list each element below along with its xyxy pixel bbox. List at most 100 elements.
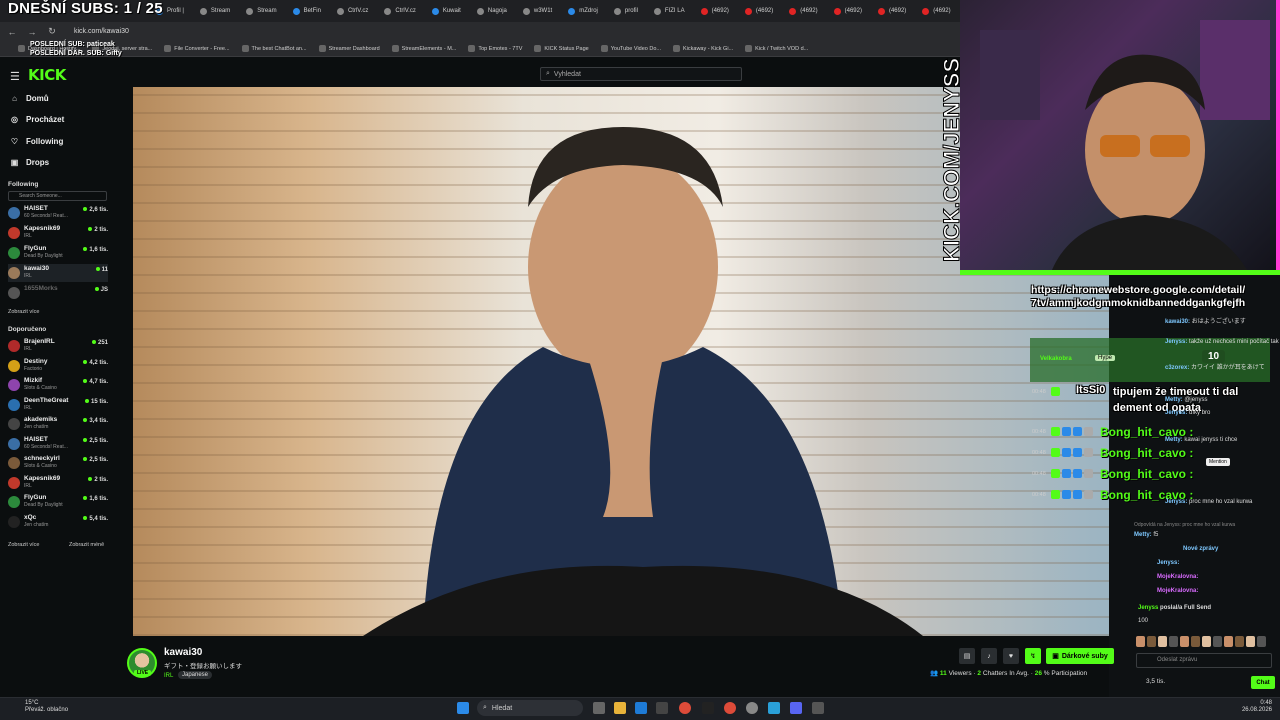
windows-start-icon[interactable] <box>457 702 469 714</box>
heart-follow-icon[interactable]: ♥ <box>1003 648 1019 664</box>
chat-overlay-link[interactable]: https://chromewebstore.google.com/detail… <box>1031 284 1246 310</box>
chatter-avatar[interactable] <box>1224 636 1233 647</box>
bookmark-item[interactable]: KICK Status Page <box>534 45 589 52</box>
browser-tab[interactable]: (4692) <box>872 2 912 20</box>
chatter-avatar[interactable] <box>1158 636 1167 647</box>
chatter-avatar[interactable] <box>1246 636 1255 647</box>
bookmark-item[interactable]: File Converter - Free... <box>164 45 230 52</box>
chrome-icon-2[interactable] <box>724 702 736 714</box>
subscribe-icon[interactable]: ↯ <box>1025 648 1041 664</box>
browser-tab[interactable]: profil <box>608 2 644 20</box>
bookmark-item[interactable]: Streamer Dashboard <box>318 45 380 52</box>
taskbar-search[interactable]: ⌕ Hledat <box>477 700 583 716</box>
bell-icon[interactable]: ♪ <box>981 648 997 664</box>
gift-subs-button[interactable]: ▣ Dárkové suby <box>1046 648 1114 664</box>
bookmark-item[interactable]: Kickaway - Kick Gi... <box>673 45 733 52</box>
sidebar-channel[interactable]: Destiny Factorio 4,2 tis. <box>8 357 108 375</box>
search-input[interactable]: ⌕ Vyhledat <box>540 67 742 81</box>
browser-tab[interactable]: CtrlV.cz <box>331 2 374 20</box>
sidebar-channel[interactable]: HAISET 60 Seconds! Reat... 2,5 tis. <box>8 435 108 453</box>
clock[interactable]: 0:48 26.08.2026 <box>1240 700 1272 714</box>
sidebar-channel[interactable]: xQc Jen chatím 5,4 tis. <box>8 513 108 531</box>
url-field[interactable]: kick.com/kawai30 <box>74 28 129 35</box>
browser-tab[interactable]: FIZI LA <box>648 2 691 20</box>
browser-tab[interactable]: Kuwait <box>426 2 467 20</box>
sidebar-channel[interactable]: Kapesnik69 IRL 2 tis. <box>8 474 108 492</box>
reload-icon[interactable]: ↻ <box>44 24 60 40</box>
sidebar-channel[interactable]: Kapesnik69 IRL 2 tis. <box>8 224 108 242</box>
app-icon[interactable] <box>812 702 824 714</box>
channel-points[interactable]: 3,5 tis. <box>1146 678 1165 685</box>
back-icon[interactable]: ← <box>4 24 20 40</box>
chatter-avatar[interactable] <box>1235 636 1244 647</box>
sidebar-channel[interactable]: DeenTheGreat IRL 15 tis. <box>8 396 108 414</box>
discord-icon[interactable] <box>790 702 802 714</box>
nav-following[interactable]: ♡ Following <box>10 137 63 146</box>
nav-browse[interactable]: ◎ Procházet <box>10 115 64 124</box>
stream-category[interactable]: IRL <box>164 673 173 679</box>
chatter-avatar[interactable] <box>1136 636 1145 647</box>
nav-home[interactable]: ⌂ Domů <box>10 94 49 103</box>
show-less-recommended[interactable]: Zobrazit méně <box>69 542 104 548</box>
chatter-avatar[interactable] <box>1213 636 1222 647</box>
chatter-avatar[interactable] <box>1202 636 1211 647</box>
following-search-input[interactable]: Search Someone... <box>8 191 107 201</box>
chat-message[interactable]: Metty: @jenyss <box>1165 397 1207 403</box>
browser-tab[interactable]: (4692) <box>828 2 868 20</box>
chatter-avatar[interactable] <box>1169 636 1178 647</box>
bookmark-item[interactable]: StreamElements - M... <box>391 45 456 52</box>
sidebar-channel[interactable]: 1655Morks JS <box>8 284 108 302</box>
browser-tab[interactable]: (4692) <box>783 2 823 20</box>
sidebar-channel[interactable]: BrajenIRL IRL 251 <box>8 337 108 355</box>
browser-tab[interactable]: (4692) <box>695 2 735 20</box>
sidebar-channel[interactable]: kawai30 IRL 11 <box>8 264 108 282</box>
chatter-avatar[interactable] <box>1180 636 1189 647</box>
weather-widget[interactable]: 15°C Převáž. oblačno <box>25 700 68 714</box>
chat-input[interactable]: Odeslat zprávu <box>1136 653 1272 668</box>
explorer-icon[interactable] <box>614 702 626 714</box>
browser-tab[interactable]: mZdroj <box>562 2 604 20</box>
sidebar-channel[interactable]: Mizkif Slots & Casino 4,7 tis. <box>8 376 108 394</box>
sidebar-channel[interactable]: HAISET 60 Seconds! Reat... 2,6 tis. <box>8 204 108 222</box>
chat-send-button[interactable]: Chat <box>1251 676 1275 689</box>
edge-icon[interactable] <box>635 702 647 714</box>
nav-drops[interactable]: ▣ Drops <box>10 158 49 167</box>
chat-message[interactable]: Metty: kawai jenyss ti chce <box>1165 437 1237 443</box>
chatter-avatar[interactable] <box>1257 636 1266 647</box>
chat-message[interactable]: kawai30: おはようございます <box>1165 316 1246 325</box>
bookmark-item[interactable]: Top Emotes - 7TV <box>468 45 522 52</box>
browser-tab[interactable]: CtrlV.cz <box>378 2 421 20</box>
terminal-icon[interactable] <box>702 702 714 714</box>
chatter-avatar[interactable] <box>1147 636 1156 647</box>
browser-tab[interactable]: (4692) <box>739 2 779 20</box>
chat-message[interactable]: Jenyss: <box>1157 560 1179 566</box>
bookmark-item[interactable]: The best ChatBot an... <box>241 45 307 52</box>
sidebar-channel[interactable]: schneckyirl Slots & Casino 2,5 tis. <box>8 454 108 472</box>
bookmark-item[interactable]: Kick / Twitch VOD d... <box>745 45 808 52</box>
browser-tab[interactable]: BetFin <box>287 2 327 20</box>
browser-tab[interactable]: Stream <box>240 2 282 20</box>
browser-tab[interactable]: w3W1t <box>517 2 558 20</box>
chatter-avatar[interactable] <box>1191 636 1200 647</box>
task-view-icon[interactable] <box>593 702 605 714</box>
chat-message[interactable]: c3zorex: カワイイ 誰かが耳をあけて <box>1165 362 1265 371</box>
browser-tab[interactable]: Nagoja <box>471 2 513 20</box>
chat-message[interactable]: Jenyss: díky bro <box>1165 410 1210 416</box>
chat-message[interactable]: Jenyss: takže už nechceš mini počítač ta… <box>1165 339 1279 345</box>
sidebar-channel[interactable]: FlyGun Dead By Daylight 1,6 tis. <box>8 244 108 262</box>
channel-name[interactable]: kawai30 <box>164 647 202 658</box>
obs-icon[interactable] <box>746 702 758 714</box>
browser-tab[interactable]: Stream <box>194 2 236 20</box>
show-more-following[interactable]: Zobrazit více <box>8 309 39 315</box>
new-messages-divider[interactable]: Nové zprávy <box>1183 546 1218 552</box>
notepad-icon[interactable] <box>768 702 780 714</box>
menu-icon[interactable]: ☰ <box>10 70 20 83</box>
chat-message[interactable]: Jenyss: proc mne ho vzal kurwa <box>1165 499 1252 505</box>
stream-tag[interactable]: Japanese <box>178 671 213 679</box>
clip-icon[interactable]: ▤ <box>959 648 975 664</box>
show-more-recommended[interactable]: Zobrazit více <box>8 542 39 548</box>
chrome-icon[interactable] <box>679 702 691 714</box>
chat-message[interactable]: MojeKralovna: <box>1157 588 1198 594</box>
sidebar-channel[interactable]: akademiks Jen chatím 3,4 tis. <box>8 415 108 433</box>
chat-message[interactable]: MojeKralovna: <box>1157 574 1198 580</box>
